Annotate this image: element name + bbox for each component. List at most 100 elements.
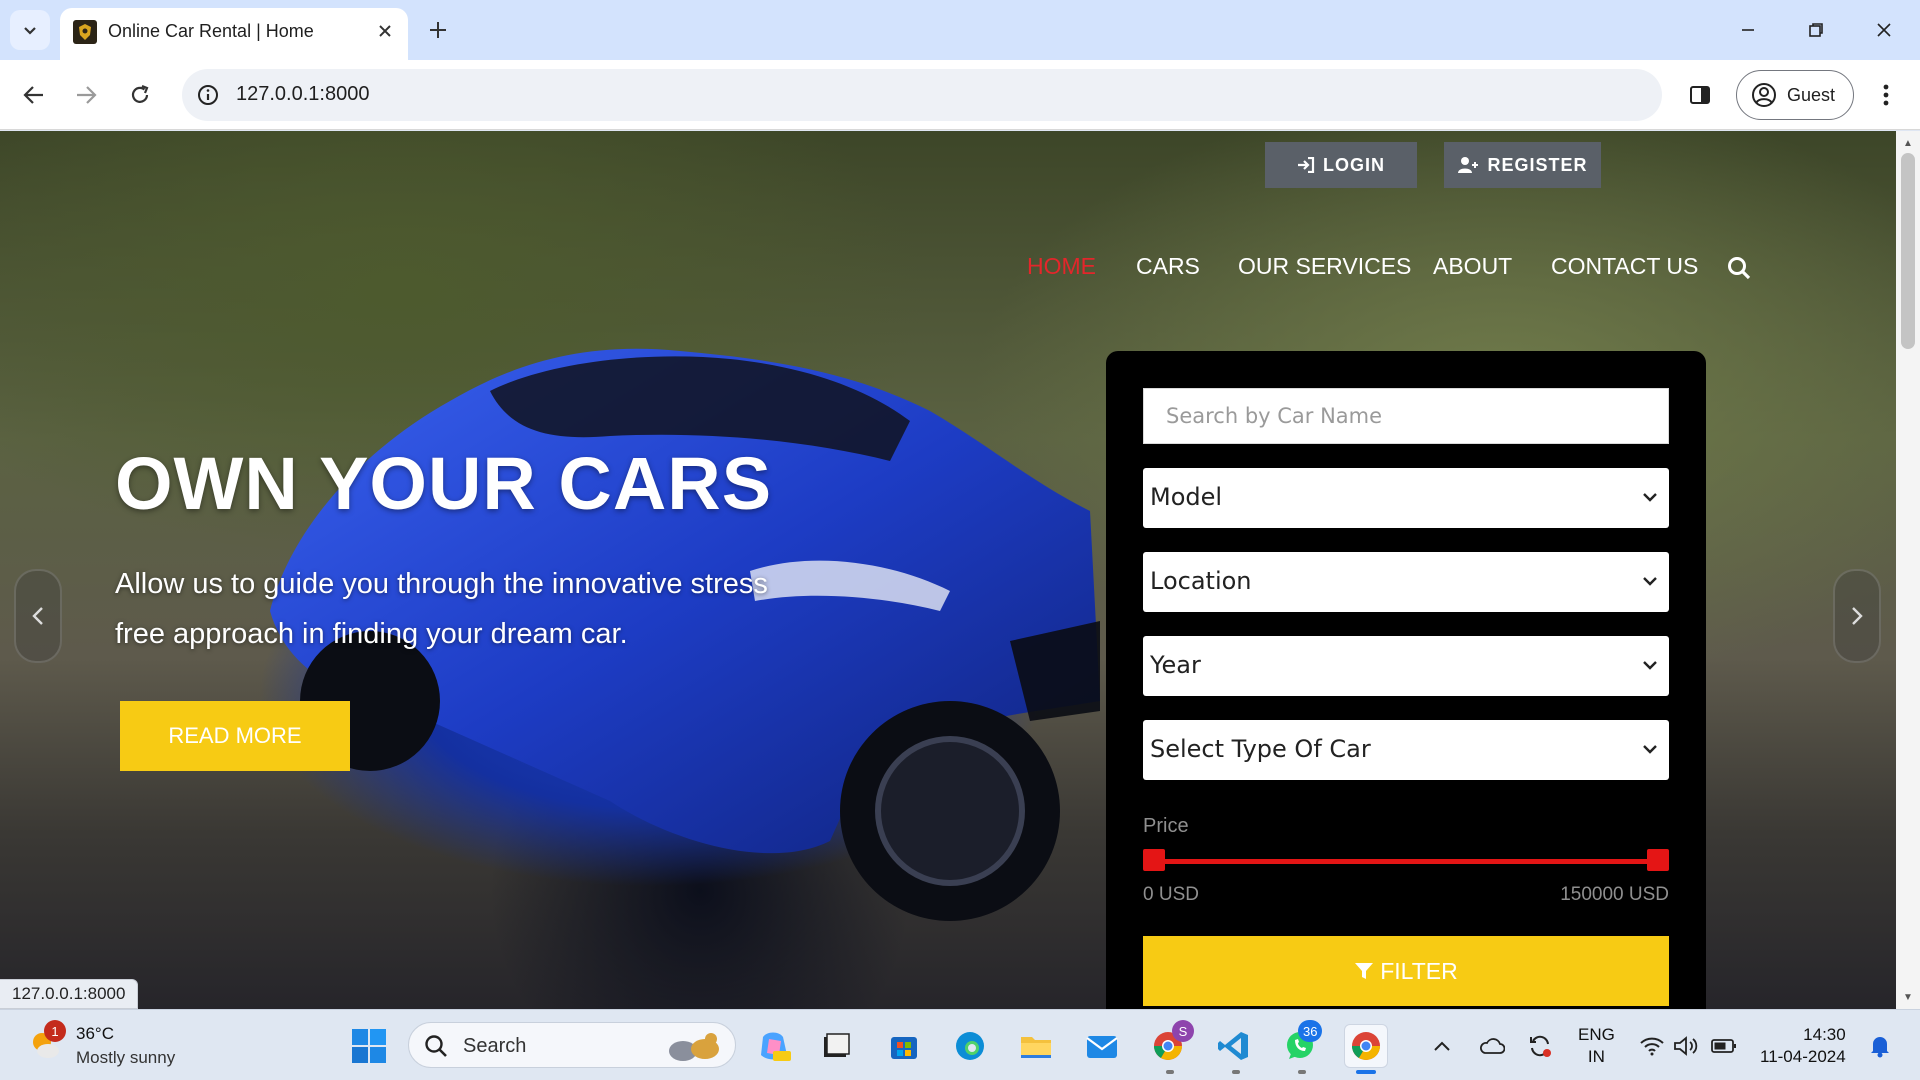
- microsoft-store-icon: [891, 1037, 917, 1059]
- price-max-handle[interactable]: [1647, 849, 1669, 871]
- restore-button[interactable]: [1792, 10, 1840, 50]
- running-indicator: [1232, 1070, 1240, 1074]
- weather-temperature[interactable]: 36°C: [76, 1024, 114, 1044]
- profile-label: Guest: [1787, 84, 1836, 105]
- nav-home[interactable]: HOME: [1027, 253, 1096, 280]
- price-label: Price: [1143, 815, 1189, 837]
- close-icon: [1877, 23, 1891, 37]
- taskbar-vscode-app[interactable]: [1212, 1024, 1256, 1068]
- notifications-button[interactable]: [1866, 1032, 1894, 1060]
- tab-title: Online Car Rental | Home: [108, 21, 314, 41]
- login-button[interactable]: LOGIN: [1265, 142, 1417, 188]
- page-scrollbar[interactable]: ▲ ▼: [1896, 131, 1920, 1009]
- forward-button[interactable]: [66, 75, 106, 115]
- chrome-icon: [1352, 1032, 1380, 1060]
- browser-tab[interactable]: Online Car Rental | Home: [60, 8, 408, 60]
- login-icon: [1298, 157, 1315, 173]
- minimize-button[interactable]: [1724, 10, 1772, 50]
- folder-icon: [1021, 1037, 1051, 1058]
- arrow-right-icon: [77, 86, 97, 104]
- taskbar-copilot-app[interactable]: [752, 1024, 796, 1068]
- chevron-down-icon: [1643, 577, 1657, 586]
- taskbar-search-box[interactable]: Search: [408, 1022, 736, 1068]
- show-hidden-icons-button[interactable]: [1428, 1032, 1456, 1060]
- volume-tray-icon[interactable]: [1672, 1032, 1700, 1060]
- location-select[interactable]: Location: [1143, 552, 1669, 612]
- minimize-icon: [1742, 29, 1754, 31]
- taskbar-mail-app[interactable]: [1080, 1024, 1124, 1068]
- active-app-indicator: [1356, 1070, 1376, 1074]
- back-button[interactable]: [14, 75, 54, 115]
- system-clock[interactable]: 14:30 11-04-2024: [1760, 1024, 1846, 1068]
- car-type-select[interactable]: Select Type Of Car: [1143, 720, 1669, 780]
- carousel-next-button[interactable]: [1833, 569, 1881, 663]
- side-panel-icon: [1690, 86, 1710, 104]
- search-highlight-pets-icon: [669, 1033, 719, 1061]
- chevron-down-icon: [24, 27, 36, 35]
- browser-menu-button[interactable]: [1868, 75, 1904, 115]
- year-select[interactable]: Year: [1143, 636, 1669, 696]
- tab-search-button[interactable]: [10, 10, 50, 50]
- price-min-handle[interactable]: [1143, 849, 1165, 871]
- windows-start-icon[interactable]: [350, 1027, 388, 1065]
- car-filter-panel: Model Location Year Select Type Of Car P…: [1106, 351, 1706, 1009]
- chevron-down-icon: [1643, 661, 1657, 670]
- search-icon[interactable]: [1726, 255, 1752, 281]
- car-name-search-field[interactable]: [1143, 388, 1669, 444]
- nav-about[interactable]: ABOUT: [1433, 253, 1512, 280]
- terminal-window-icon: [824, 1033, 850, 1057]
- carousel-prev-button[interactable]: [14, 569, 62, 663]
- read-more-button[interactable]: READ MORE: [120, 701, 350, 771]
- chevron-right-icon: [1852, 607, 1863, 625]
- close-window-button[interactable]: [1860, 10, 1908, 50]
- scroll-thumb[interactable]: [1901, 153, 1915, 349]
- hero-title: OWN YOUR CARS: [115, 442, 773, 525]
- nav-cars[interactable]: CARS: [1136, 253, 1200, 280]
- filter-button[interactable]: FILTER: [1143, 936, 1669, 1006]
- model-select[interactable]: Model: [1143, 468, 1669, 528]
- price-range-track[interactable]: [1153, 859, 1659, 864]
- battery-tray-icon[interactable]: [1710, 1032, 1738, 1060]
- taskbar-terminal-app[interactable]: [814, 1024, 858, 1068]
- car-name-search-input[interactable]: [1144, 389, 1668, 443]
- register-button[interactable]: REGISTER: [1444, 142, 1601, 188]
- more-vertical-icon: [1883, 84, 1889, 106]
- new-tab-button[interactable]: [420, 12, 456, 48]
- scroll-up-icon[interactable]: ▲: [1902, 137, 1914, 149]
- taskbar-store-app[interactable]: [882, 1024, 926, 1068]
- tab-bar: Online Car Rental | Home: [0, 0, 1920, 60]
- copilot-icon: [761, 1032, 791, 1061]
- year-select-value: Year: [1150, 651, 1201, 679]
- weather-badge: 1: [44, 1020, 66, 1042]
- clock-date: 11-04-2024: [1760, 1047, 1846, 1066]
- profile-button[interactable]: Guest: [1736, 70, 1854, 120]
- scroll-down-icon[interactable]: ▼: [1902, 991, 1914, 1003]
- speaker-icon: [1674, 1036, 1698, 1056]
- chevron-left-icon: [32, 607, 43, 625]
- taskbar-edge-app[interactable]: [948, 1024, 992, 1068]
- nav-our-services[interactable]: OUR SERVICES: [1238, 253, 1411, 280]
- nav-contact-us[interactable]: CONTACT US: [1551, 253, 1698, 280]
- edge-browser-icon: [956, 1032, 984, 1060]
- side-panel-button[interactable]: [1680, 75, 1720, 115]
- browser-toolbar: 127.0.0.1:8000 Guest: [0, 60, 1920, 130]
- whatsapp-unread-badge: 36: [1298, 1020, 1323, 1042]
- tab-close-icon[interactable]: [372, 18, 398, 44]
- sync-tray-icon[interactable]: [1526, 1032, 1554, 1060]
- wifi-tray-icon[interactable]: [1638, 1032, 1666, 1060]
- clock-time: 14:30: [1803, 1025, 1846, 1044]
- site-info-icon[interactable]: [194, 81, 222, 109]
- taskbar-file-explorer-app[interactable]: [1014, 1024, 1058, 1068]
- chrome-profile-badge: S: [1172, 1020, 1194, 1042]
- windows-taskbar: 1 36°C Mostly sunny Search S 36 ENG IN 1…: [0, 1009, 1920, 1080]
- onedrive-tray-icon[interactable]: [1478, 1032, 1506, 1060]
- taskbar-chrome-app[interactable]: [1344, 1024, 1388, 1068]
- location-select-value: Location: [1150, 567, 1252, 595]
- restore-icon: [1809, 23, 1823, 37]
- address-bar[interactable]: 127.0.0.1:8000: [182, 69, 1662, 121]
- language-indicator[interactable]: ENG IN: [1578, 1024, 1615, 1068]
- url-text: 127.0.0.1:8000: [236, 83, 370, 105]
- reload-button[interactable]: [120, 75, 160, 115]
- weather-description[interactable]: Mostly sunny: [76, 1048, 175, 1068]
- price-min-value: 0 USD: [1143, 884, 1199, 905]
